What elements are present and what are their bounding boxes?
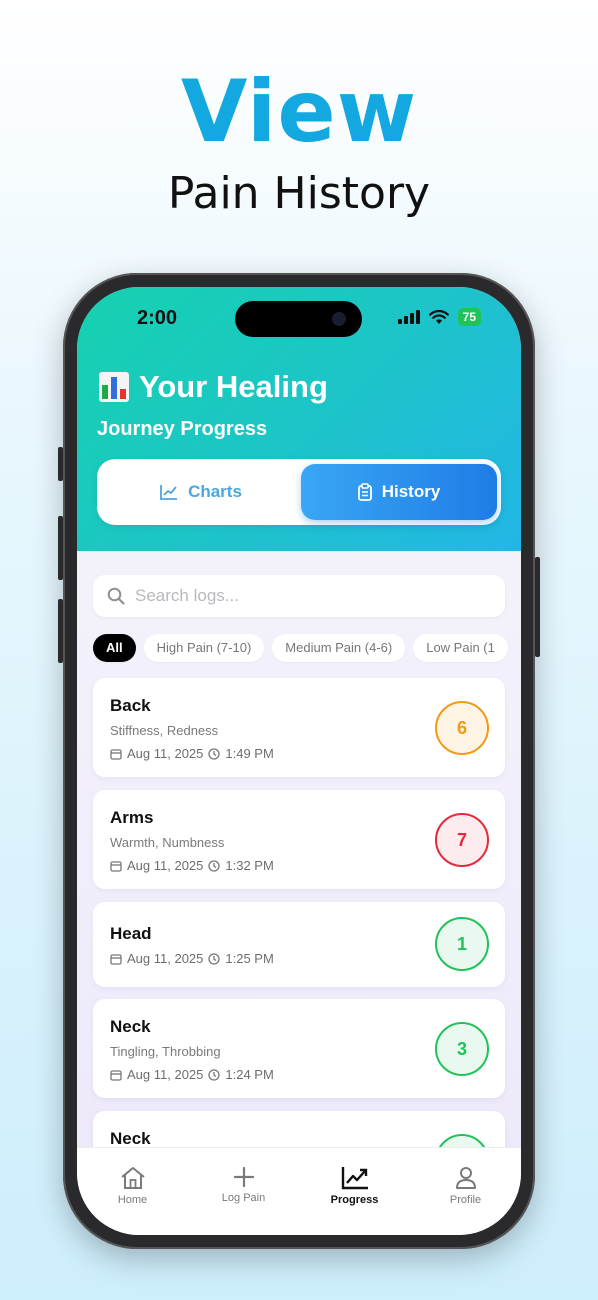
log-time: 1:32 PM [225, 858, 274, 873]
app-screen: 2:00 75 Your Healing Journey Progress Ch… [77, 287, 521, 1235]
clock-icon [208, 859, 221, 872]
status-time: 2:00 [137, 307, 178, 329]
person-icon [455, 1167, 476, 1189]
signal-icon [397, 310, 420, 324]
pain-score-badge: 3 [435, 1022, 489, 1076]
log-date: Aug 11, 2025 [127, 746, 204, 761]
log-timestamp: Aug 11, 2025 1:32 PM [110, 858, 274, 873]
calendar-icon [110, 1069, 122, 1081]
log-card[interactable]: Neck Tingling, Throbbing Aug 11, 2025 1:… [93, 999, 505, 1098]
tab-progress-label: Progress [330, 1194, 379, 1206]
promo-subtitle: Pain History [167, 168, 431, 219]
log-date: Aug 11, 2025 [127, 858, 204, 873]
calendar-icon [110, 860, 122, 872]
search-input[interactable] [135, 586, 475, 606]
log-date: Aug 11, 2025 [127, 951, 204, 966]
calendar-icon [110, 748, 122, 760]
log-time: 1:25 PM [225, 951, 274, 966]
filter-chips: All High Pain (7-10) Medium Pain (4-6) L… [93, 634, 508, 662]
tab-history[interactable]: History [301, 464, 497, 520]
pain-score-badge: 7 [435, 813, 489, 867]
clock-icon [208, 1068, 221, 1081]
dynamic-island [235, 301, 362, 337]
log-area: Neck [110, 1017, 151, 1036]
pain-score-badge: 6 [435, 701, 489, 755]
page-title-text: Your Healing [139, 369, 328, 404]
action-button [58, 447, 63, 481]
log-area: Back [110, 696, 151, 715]
page-title: Your Healing [99, 369, 328, 405]
log-symptoms: Warmth, Numbness [110, 835, 225, 850]
tab-charts-label: Charts [188, 482, 242, 501]
tab-profile-label: Profile [449, 1194, 482, 1206]
log-timestamp: Aug 11, 2025 1:24 PM [110, 1067, 274, 1082]
line-chart-icon [160, 485, 178, 500]
tab-home-label: Home [117, 1194, 148, 1206]
log-time: 1:49 PM [225, 746, 274, 761]
log-date: Aug 11, 2025 [127, 1067, 204, 1082]
filter-medium-pain[interactable]: Medium Pain (4-6) [272, 634, 406, 662]
bar-chart-icon [99, 372, 129, 402]
volume-up-button [58, 516, 63, 580]
log-time: 1:24 PM [225, 1067, 274, 1082]
clock-icon [208, 747, 221, 760]
filter-high-pain[interactable]: High Pain (7-10) [143, 634, 265, 662]
battery-icon: 75 [457, 308, 481, 326]
page-subtitle: Journey Progress [97, 418, 268, 440]
home-icon [120, 1167, 145, 1189]
plus-icon [233, 1166, 254, 1188]
log-card[interactable]: Arms Warmth, Numbness Aug 11, 2025 1:32 … [93, 790, 505, 889]
tab-progress[interactable]: Progress [299, 1148, 410, 1235]
tab-history-label: History [381, 482, 441, 501]
log-area: Neck [110, 1129, 151, 1148]
status-icons: 75 [397, 308, 481, 326]
promo-title: View [180, 62, 418, 162]
log-card[interactable]: Head Aug 11, 2025 1:25 PM 1 [93, 902, 505, 987]
log-area: Arms [110, 808, 154, 827]
search-bar[interactable] [93, 575, 505, 617]
tab-profile[interactable]: Profile [410, 1148, 521, 1235]
log-area: Head [110, 924, 152, 943]
app-header: 2:00 75 Your Healing Journey Progress Ch… [77, 287, 521, 551]
pain-score-badge: 1 [435, 917, 489, 971]
tab-log-pain[interactable]: Log Pain [188, 1148, 299, 1235]
camera-icon [332, 312, 346, 326]
volume-down-button [58, 599, 63, 663]
filter-low-pain[interactable]: Low Pain (1 [413, 634, 508, 662]
log-card[interactable]: Back Stiffness, Redness Aug 11, 2025 1:4… [93, 678, 505, 777]
filter-all[interactable]: All [93, 634, 136, 662]
bottom-tab-bar: Home Log Pain Progress Profile [77, 1147, 521, 1235]
log-timestamp: Aug 11, 2025 1:49 PM [110, 746, 274, 761]
power-button [535, 557, 540, 657]
view-toggle: Charts History [97, 459, 501, 525]
wifi-icon [428, 309, 449, 324]
tab-home[interactable]: Home [77, 1148, 188, 1235]
log-symptoms: Tingling, Throbbing [110, 1044, 221, 1059]
tab-charts[interactable]: Charts [103, 464, 299, 520]
clipboard-icon [357, 483, 372, 501]
trend-chart-icon [341, 1167, 368, 1190]
search-icon [107, 587, 125, 605]
log-symptoms: Stiffness, Redness [110, 723, 219, 738]
tab-log-pain-label: Log Pain [221, 1192, 266, 1204]
calendar-icon [110, 953, 122, 965]
log-timestamp: Aug 11, 2025 1:25 PM [110, 951, 274, 966]
clock-icon [208, 952, 221, 965]
